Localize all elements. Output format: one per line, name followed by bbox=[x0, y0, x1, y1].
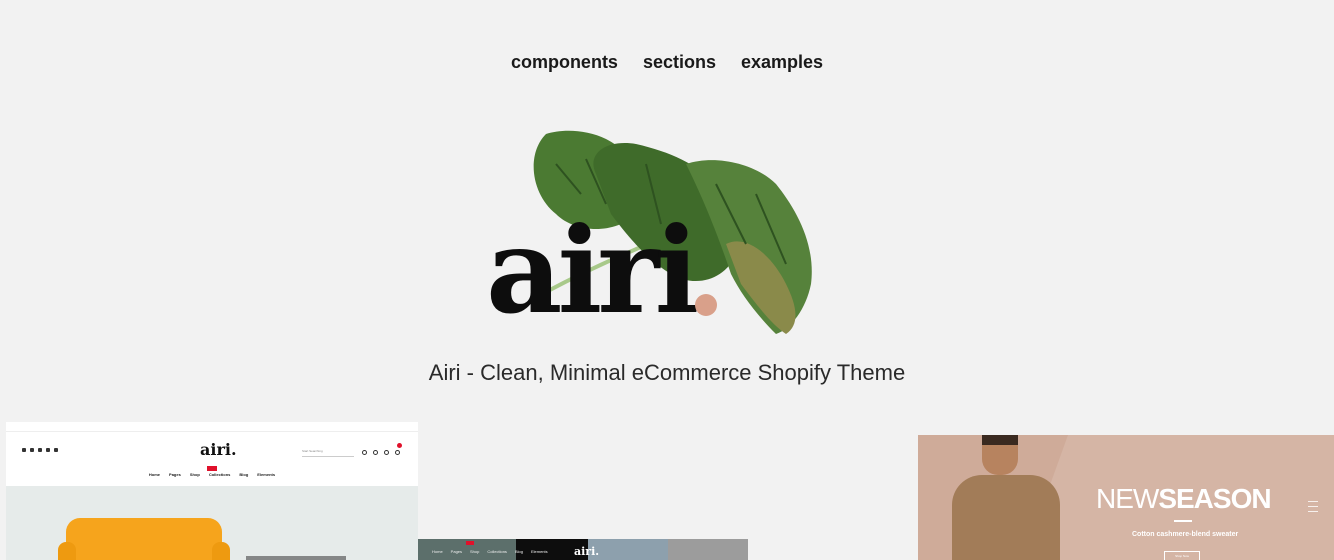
model-sweater bbox=[952, 475, 1060, 560]
nav-link-components[interactable]: components bbox=[511, 52, 618, 73]
menu-item: Elements bbox=[257, 472, 276, 477]
search-icon bbox=[362, 450, 367, 455]
pager-dot[interactable] bbox=[1308, 511, 1318, 512]
page-tagline: Airi - Clean, Minimal eCommerce Shopify … bbox=[428, 360, 906, 385]
chair-arm bbox=[58, 542, 76, 560]
divider bbox=[1174, 520, 1192, 522]
preview-home-fashion[interactable]: NEWSEASON Cotton cashmere-blend sweater … bbox=[918, 435, 1334, 560]
hero-text bbox=[246, 556, 346, 560]
denim-panel-gray bbox=[668, 539, 748, 560]
menu-item: Blog bbox=[239, 472, 249, 477]
preview-header: airi. Start Searching bbox=[6, 432, 418, 486]
cart-badge bbox=[397, 443, 402, 448]
social-icons bbox=[22, 448, 58, 452]
slider-pager[interactable] bbox=[1308, 501, 1318, 512]
menu-item: Pages bbox=[450, 549, 463, 554]
preview-home-denim[interactable]: Home Pages Shop Collections Blog Element… bbox=[418, 539, 748, 560]
new-badge bbox=[207, 466, 217, 471]
menu-item: Elements bbox=[530, 549, 548, 554]
preview-search-input bbox=[302, 456, 354, 457]
nav-link-sections[interactable]: sections bbox=[643, 52, 716, 73]
facebook-icon bbox=[22, 448, 26, 452]
cart-icon bbox=[395, 450, 400, 455]
preview-search-label: Start Searching bbox=[302, 449, 323, 453]
new-badge bbox=[466, 541, 474, 545]
logo-wordmark: airi bbox=[486, 201, 699, 340]
preview-home-furniture[interactable]: airi. Start Searching Home Pages Shop Co… bbox=[6, 422, 418, 560]
preview-topbar bbox=[6, 422, 418, 432]
menu-item: Shop bbox=[189, 472, 200, 477]
menu-item: Blog bbox=[514, 549, 523, 554]
menu-item: Home bbox=[432, 549, 443, 554]
hero-subtitle: Cotton cashmere-blend sweater bbox=[1132, 531, 1239, 538]
shop-now-button[interactable]: Shop Now bbox=[1164, 551, 1200, 560]
twitter-icon bbox=[30, 448, 34, 452]
menu-item: Home bbox=[148, 472, 161, 477]
menu-icon bbox=[373, 450, 378, 455]
preview-logo: airi. bbox=[200, 440, 237, 459]
top-nav: components sections examples bbox=[0, 52, 1334, 73]
menu-item: Pages bbox=[169, 472, 181, 477]
model-hair bbox=[982, 435, 1018, 445]
pager-dot[interactable] bbox=[1308, 501, 1318, 502]
hero-title: NEWSEASON bbox=[1096, 483, 1272, 515]
preview-menu: Home Pages Shop Collections Blog Element… bbox=[432, 549, 548, 554]
hero-title-light: NEW bbox=[1096, 483, 1159, 514]
chair-image bbox=[66, 518, 222, 560]
menu-item: Collections bbox=[487, 549, 507, 554]
hero-title-bold: SEASON bbox=[1158, 483, 1271, 514]
chair-arm bbox=[212, 542, 230, 560]
preview-menu: Home Pages Shop Collections Blog Element… bbox=[6, 472, 418, 477]
nav-link-examples[interactable]: examples bbox=[741, 52, 823, 73]
linkedin-icon bbox=[54, 448, 58, 452]
preview-logo: airi. bbox=[574, 545, 600, 558]
instagram-icon bbox=[38, 448, 42, 452]
menu-item: Collections bbox=[208, 472, 231, 477]
menu-item: Shop bbox=[470, 549, 480, 554]
user-icon bbox=[384, 450, 389, 455]
youtube-icon bbox=[46, 448, 50, 452]
denim-panel bbox=[588, 539, 668, 560]
airi-logo: airi bbox=[486, 124, 826, 339]
preview-hero bbox=[6, 486, 418, 560]
header-icons bbox=[362, 450, 400, 455]
logo-dot bbox=[695, 294, 717, 316]
pager-dot[interactable] bbox=[1308, 506, 1318, 507]
